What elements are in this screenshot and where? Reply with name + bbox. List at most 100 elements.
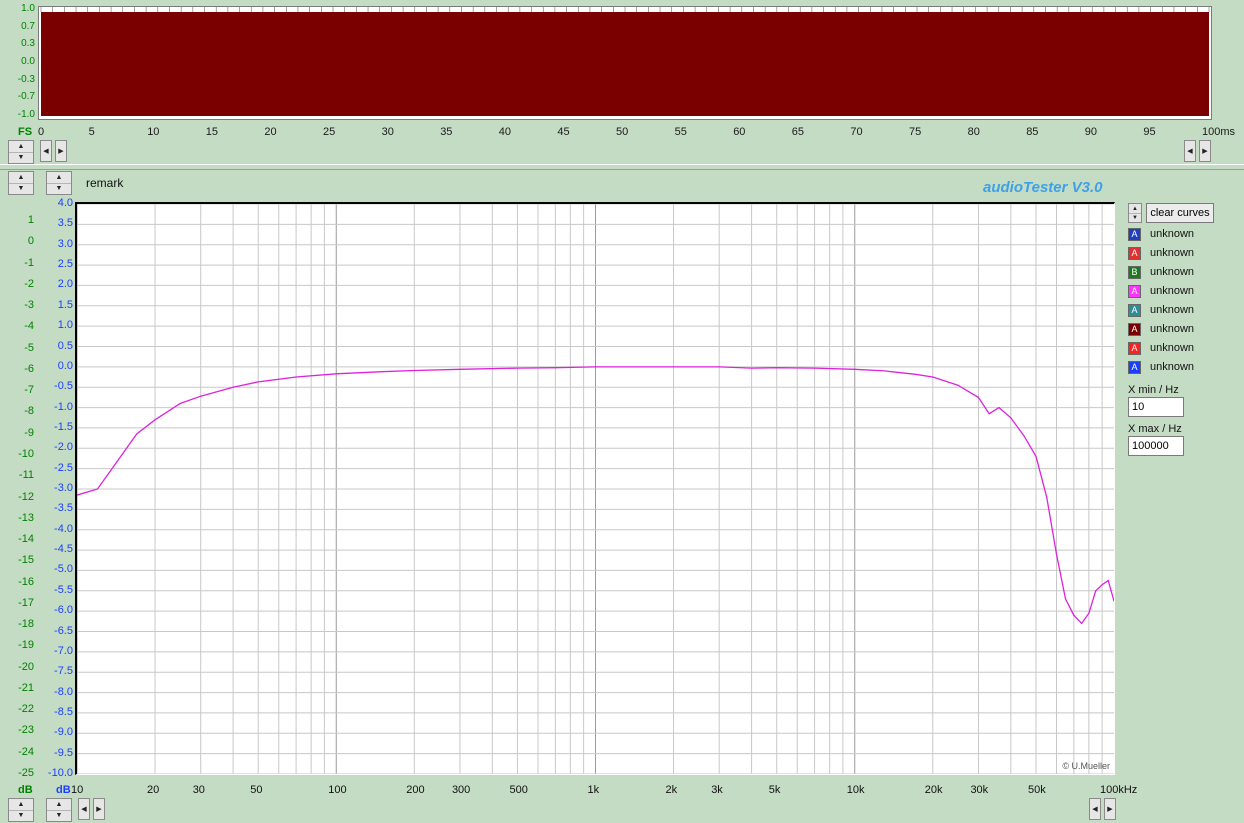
x-tick-label: 30k	[970, 784, 989, 796]
legend-item[interactable]: Bunknown	[1128, 264, 1194, 280]
legend-item[interactable]: Aunknown	[1128, 340, 1194, 356]
bottom-spin-right[interactable]: ▲ ▼	[46, 798, 72, 822]
x-scroll-end-left-button[interactable]: ◀	[1089, 798, 1101, 820]
y-tick-label-blue: 1.5	[57, 298, 73, 311]
waveform-y-tick-label: -0.7	[17, 91, 35, 103]
series-point	[932, 376, 934, 378]
waveform-scroll-end-left-button[interactable]: ◀	[1184, 140, 1196, 162]
legend-item[interactable]: Aunknown	[1128, 359, 1194, 375]
legend-color-swatch[interactable]: A	[1128, 246, 1141, 260]
x-tick-label: 20k	[924, 784, 943, 796]
y-tick-label-green: -24	[18, 745, 34, 758]
legend-color-swatch[interactable]: A	[1128, 360, 1141, 374]
x-tick-label: 1k	[587, 784, 600, 796]
y-tick-label-blue: 0.0	[57, 359, 73, 372]
series-point	[381, 371, 383, 373]
legend-label: unknown	[1150, 304, 1195, 316]
waveform-scroll-right-button[interactable]: ▶	[55, 140, 67, 162]
legend-color-swatch[interactable]: A	[1128, 284, 1141, 298]
legend-item[interactable]: Aunknown	[1128, 302, 1194, 318]
series-point	[750, 367, 753, 369]
legend-color-swatch[interactable]: A	[1128, 341, 1141, 355]
bottom-spin-left[interactable]: ▲ ▼	[8, 798, 34, 822]
waveform-y-tick-label: -0.3	[17, 73, 35, 85]
series-point	[977, 396, 980, 398]
waveform-y-tick-label: 0.0	[21, 56, 35, 67]
y-tick-label-blue: -6.5	[54, 624, 73, 637]
main-y-spin-left[interactable]: ▲ ▼	[8, 171, 34, 195]
y-tick-label-green: -8	[24, 405, 34, 418]
spin-down-icon[interactable]: ▼	[9, 810, 33, 821]
waveform-scroll-end-right-button[interactable]: ▶	[1199, 140, 1211, 162]
legend-color-swatch[interactable]: B	[1128, 265, 1141, 279]
series-point	[854, 368, 856, 370]
xmax-label: X max / Hz	[1128, 423, 1182, 435]
x-tick-label: 10	[71, 784, 84, 796]
x-tick-label: 200	[406, 784, 425, 796]
xmax-field[interactable]: 100000	[1128, 436, 1184, 456]
legend-item[interactable]: Aunknown	[1128, 283, 1194, 299]
series-point	[957, 384, 959, 386]
x-scroll-end-right-button[interactable]: ▶	[1104, 798, 1116, 820]
legend-label: unknown	[1150, 228, 1195, 240]
y-tick-label-blue: -7.5	[54, 665, 73, 678]
spin-down-icon[interactable]: ▼	[1129, 213, 1141, 222]
app-brand: audioTester V3.0	[983, 179, 1103, 196]
y-tick-label-blue: -3.5	[54, 502, 73, 515]
y-tick-label-blue: -2.0	[54, 441, 73, 454]
spin-down-icon[interactable]: ▼	[47, 810, 71, 821]
spin-down-icon[interactable]: ▼	[9, 183, 33, 194]
y-tick-label-green: -12	[18, 490, 34, 503]
x-tick-label: 3k	[711, 784, 723, 796]
frequency-response-svg	[77, 204, 1114, 774]
legend-label: unknown	[1150, 266, 1195, 278]
y-tick-label-blue: 0.5	[57, 339, 73, 352]
series-point	[295, 376, 297, 378]
series-point	[335, 373, 337, 375]
y-tick-label-blue: -4.5	[54, 543, 73, 556]
waveform-x-tick-label: 15	[205, 126, 219, 138]
series-point	[883, 370, 885, 372]
remark-label[interactable]: remark	[86, 176, 123, 190]
waveform-x-tick-label: 45	[557, 126, 570, 138]
y-tick-label-green: 0	[27, 235, 34, 248]
y-unit-green: dB	[18, 784, 33, 796]
series-point	[1046, 496, 1048, 498]
x-scroll-left-button[interactable]: ◀	[78, 798, 90, 820]
y-tick-label-blue: 2.5	[57, 258, 73, 271]
series-point	[998, 406, 1000, 409]
waveform-x-tick-label: 25	[323, 126, 336, 138]
legend-color-swatch[interactable]: A	[1128, 303, 1141, 317]
y-tick-label-blue: -0.5	[54, 380, 73, 393]
y-tick-label-green: -20	[18, 660, 34, 673]
xmin-field[interactable]: 10	[1128, 397, 1184, 417]
waveform-scroll-left-button[interactable]: ◀	[40, 140, 52, 162]
y-tick-label-green: -1	[24, 256, 34, 269]
waveform-x-tick-label: 40	[498, 126, 512, 138]
waveform-x-tick-label: 20	[264, 126, 277, 138]
series-point	[1073, 614, 1075, 616]
series-point	[1101, 584, 1103, 586]
series-point	[459, 368, 461, 370]
y-tick-label-green: -5	[24, 341, 34, 354]
x-tick-label: 2k	[665, 784, 678, 796]
clear-curves-button[interactable]: clear curves	[1146, 203, 1214, 223]
spin-down-icon[interactable]: ▼	[9, 152, 33, 163]
legend-item[interactable]: Aunknown	[1128, 245, 1194, 261]
legend-item[interactable]: Aunknown	[1128, 321, 1194, 337]
y-tick-label-green: -14	[18, 533, 34, 546]
waveform-y-tick-label: 0.3	[21, 38, 35, 50]
legend-item[interactable]: Aunknown	[1128, 226, 1194, 242]
main-y-spin-right[interactable]: ▲ ▼	[46, 171, 72, 195]
y-tick-label-blue: -9.0	[54, 726, 73, 739]
series-point	[1010, 417, 1012, 419]
legend-color-swatch[interactable]: A	[1128, 322, 1141, 336]
curves-spin[interactable]: ▲ ▼	[1128, 203, 1142, 223]
series-point	[1064, 598, 1067, 600]
spin-down-icon[interactable]: ▼	[47, 183, 71, 194]
legend-color-swatch[interactable]: A	[1128, 227, 1141, 241]
waveform-y-spin[interactable]: ▲ ▼	[8, 140, 34, 164]
x-scroll-right-button[interactable]: ▶	[93, 798, 105, 820]
x-tick-label: 100	[328, 784, 347, 796]
y-tick-label-blue: -6.0	[54, 604, 73, 617]
